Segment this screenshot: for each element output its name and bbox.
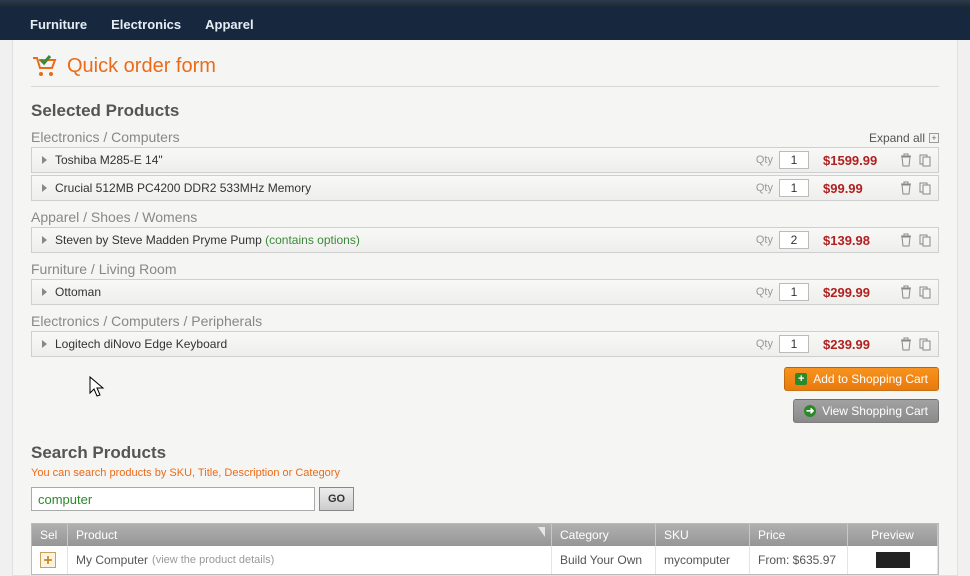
nav-furniture[interactable]: Furniture bbox=[30, 17, 87, 32]
cart-check-icon bbox=[31, 54, 59, 78]
page-body: Quick order form Selected Products Elect… bbox=[12, 40, 958, 576]
result-price: From: $635.97 bbox=[750, 546, 848, 574]
main-nav: Furniture Electronics Apparel bbox=[0, 8, 970, 40]
qty-label: Qty bbox=[756, 182, 773, 194]
expand-all-link[interactable]: Expand all + bbox=[869, 131, 939, 145]
select-row-button[interactable] bbox=[40, 552, 56, 568]
add-to-cart-button[interactable]: + Add to Shopping Cart bbox=[784, 367, 939, 391]
category-label: Electronics / Computers bbox=[31, 129, 180, 145]
copy-icon[interactable] bbox=[918, 181, 932, 195]
results-header: Sel Product Category SKU Price Preview bbox=[32, 524, 938, 546]
qty-label: Qty bbox=[756, 338, 773, 350]
options-note: (contains options) bbox=[265, 233, 360, 247]
category-label: Furniture / Living Room bbox=[31, 261, 177, 277]
trash-icon[interactable] bbox=[899, 153, 913, 167]
product-row[interactable]: Ottoman Qty $299.99 bbox=[31, 279, 939, 305]
product-price: $239.99 bbox=[823, 337, 893, 352]
copy-icon[interactable] bbox=[918, 285, 932, 299]
expand-all-icon: + bbox=[929, 133, 939, 143]
col-product[interactable]: Product bbox=[68, 524, 552, 546]
product-row[interactable]: Toshiba M285-E 14" Qty $1599.99 bbox=[31, 147, 939, 173]
copy-icon[interactable] bbox=[918, 153, 932, 167]
page-title-row: Quick order form bbox=[31, 54, 939, 87]
col-category[interactable]: Category bbox=[552, 524, 656, 546]
mouse-cursor-icon bbox=[86, 375, 106, 399]
product-price: $99.99 bbox=[823, 181, 893, 196]
product-price: $299.99 bbox=[823, 285, 893, 300]
result-category: Build Your Own bbox=[552, 546, 656, 574]
trash-icon[interactable] bbox=[899, 233, 913, 247]
qty-label: Qty bbox=[756, 234, 773, 246]
qty-input[interactable] bbox=[779, 179, 809, 197]
category-label: Apparel / Shoes / Womens bbox=[31, 209, 197, 225]
product-row[interactable]: Logitech diNovo Edge Keyboard Qty $239.9… bbox=[31, 331, 939, 357]
qty-label: Qty bbox=[756, 154, 773, 166]
view-details-link[interactable]: (view the product details) bbox=[152, 554, 274, 566]
result-sku: mycomputer bbox=[656, 546, 750, 574]
product-price: $139.98 bbox=[823, 233, 893, 248]
results-table: Sel Product Category SKU Price Preview M… bbox=[31, 523, 939, 575]
qty-input[interactable] bbox=[779, 283, 809, 301]
page-title: Quick order form bbox=[67, 55, 216, 78]
result-product[interactable]: My Computer (view the product details) bbox=[68, 546, 552, 574]
qty-label: Qty bbox=[756, 286, 773, 298]
search-input[interactable] bbox=[31, 487, 315, 511]
product-name: Steven by Steve Madden Pryme Pump (conta… bbox=[55, 233, 756, 247]
view-cart-button[interactable]: ➜ View Shopping Cart bbox=[793, 399, 939, 423]
qty-input[interactable] bbox=[779, 335, 809, 353]
sort-desc-icon bbox=[538, 527, 545, 537]
go-button[interactable]: GO bbox=[319, 487, 354, 511]
product-name: Crucial 512MB PC4200 DDR2 533MHz Memory bbox=[55, 181, 756, 195]
nav-electronics[interactable]: Electronics bbox=[111, 17, 181, 32]
col-sku[interactable]: SKU bbox=[656, 524, 750, 546]
chevron-right-icon bbox=[42, 288, 47, 296]
nav-apparel[interactable]: Apparel bbox=[205, 17, 253, 32]
col-preview[interactable]: Preview bbox=[848, 524, 938, 546]
arrow-right-icon: ➜ bbox=[804, 405, 816, 417]
product-row[interactable]: Steven by Steve Madden Pryme Pump (conta… bbox=[31, 227, 939, 253]
product-name: Logitech diNovo Edge Keyboard bbox=[55, 337, 756, 351]
product-price: $1599.99 bbox=[823, 153, 893, 168]
product-row[interactable]: Crucial 512MB PC4200 DDR2 533MHz Memory … bbox=[31, 175, 939, 201]
selected-products-heading: Selected Products bbox=[31, 101, 939, 121]
product-name: Ottoman bbox=[55, 285, 756, 299]
qty-input[interactable] bbox=[779, 151, 809, 169]
col-sel[interactable]: Sel bbox=[32, 524, 68, 546]
product-name: Toshiba M285-E 14" bbox=[55, 153, 756, 167]
table-row: My Computer (view the product details) B… bbox=[32, 546, 938, 574]
top-bar bbox=[0, 0, 970, 8]
result-preview[interactable] bbox=[848, 546, 938, 574]
chevron-right-icon bbox=[42, 184, 47, 192]
chevron-right-icon bbox=[42, 236, 47, 244]
copy-icon[interactable] bbox=[918, 337, 932, 351]
plus-icon: + bbox=[795, 373, 807, 385]
chevron-right-icon bbox=[42, 340, 47, 348]
copy-icon[interactable] bbox=[918, 233, 932, 247]
qty-input[interactable] bbox=[779, 231, 809, 249]
chevron-right-icon bbox=[42, 156, 47, 164]
category-label: Electronics / Computers / Peripherals bbox=[31, 313, 262, 329]
search-products-heading: Search Products bbox=[31, 443, 939, 463]
trash-icon[interactable] bbox=[899, 337, 913, 351]
trash-icon[interactable] bbox=[899, 285, 913, 299]
add-to-cart-label: Add to Shopping Cart bbox=[813, 372, 928, 386]
expand-all-label: Expand all bbox=[869, 131, 925, 145]
trash-icon[interactable] bbox=[899, 181, 913, 195]
col-price[interactable]: Price bbox=[750, 524, 848, 546]
search-hint: You can search products by SKU, Title, D… bbox=[31, 467, 939, 479]
view-cart-label: View Shopping Cart bbox=[822, 404, 928, 418]
